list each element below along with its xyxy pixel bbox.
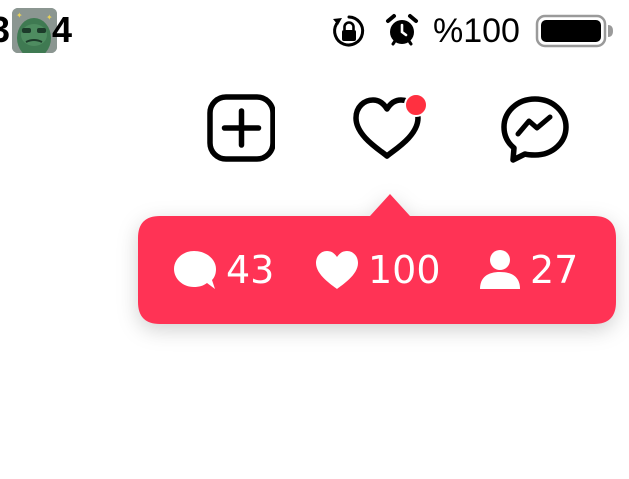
heart-icon — [353, 93, 428, 159]
likes-count: 100 — [368, 248, 441, 292]
person-icon — [480, 250, 520, 289]
status-time-hour: 3 — [0, 9, 11, 50]
avatar: ✦ ✦ — [12, 8, 57, 53]
likes-count-item: 100 — [314, 248, 441, 292]
activity-badge — [404, 93, 428, 117]
comments-count: 43 — [226, 248, 275, 292]
comments-count-item: 43 — [172, 248, 274, 292]
status-bar: 3 ✦ ✦ 4 %100 — [0, 0, 629, 60]
comment-icon — [174, 251, 216, 289]
heart-icon — [316, 251, 358, 289]
activity-button[interactable] — [350, 93, 428, 164]
messenger-icon — [501, 96, 569, 163]
alarm-icon — [385, 13, 419, 47]
status-time-minute: 4 — [52, 9, 73, 50]
followers-count-item: 27 — [478, 248, 578, 292]
new-post-button[interactable] — [205, 94, 276, 164]
messenger-button[interactable] — [500, 94, 570, 164]
activity-notification-popup[interactable]: 43 100 27 — [138, 190, 616, 324]
battery-icon — [535, 14, 615, 48]
svg-text:✦: ✦ — [16, 11, 23, 20]
rotation-lock-icon — [331, 13, 367, 49]
plus-square-icon — [207, 94, 276, 162]
battery-percent: %100 — [433, 12, 520, 50]
followers-count: 27 — [530, 248, 579, 292]
